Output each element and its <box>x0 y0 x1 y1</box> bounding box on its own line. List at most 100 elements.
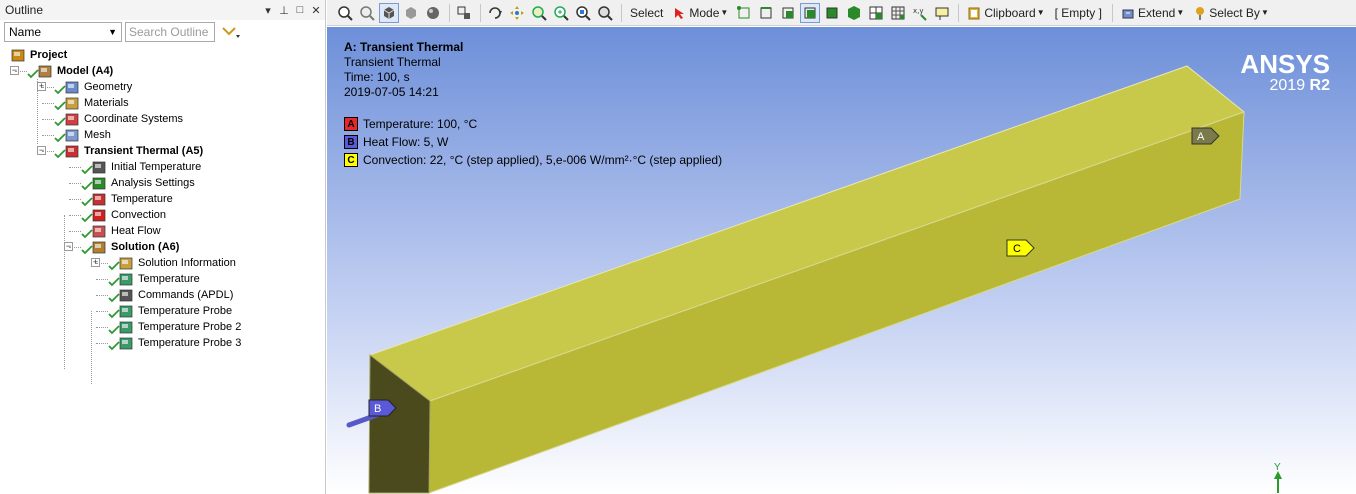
zoom-out-icon[interactable] <box>357 3 377 23</box>
select-face-icon[interactable] <box>778 3 798 23</box>
tree-item-heat-flow[interactable]: Heat Flow <box>91 223 161 239</box>
label-icon[interactable] <box>932 3 952 23</box>
search-outline-input[interactable]: Search Outline <box>125 22 215 42</box>
tree-item-label: Model (A4) <box>57 65 114 77</box>
search-options-icon[interactable] <box>218 22 244 42</box>
legend-item-b[interactable]: B Heat Flow: 5, W <box>344 133 722 151</box>
svg-text:B: B <box>374 403 381 415</box>
tree-item-label: Geometry <box>84 81 133 93</box>
status-check-icon <box>54 101 66 111</box>
tree-item-project[interactable]: Project <box>10 47 67 63</box>
analysis-time: Time: 100, s <box>344 70 410 84</box>
tree-item-temperature-probe-2[interactable]: Temperature Probe 2 <box>118 319 241 335</box>
select-element-icon[interactable] <box>822 3 842 23</box>
tree-item-mesh[interactable]: Mesh <box>64 127 111 143</box>
legend-text: Heat Flow: 5, W <box>363 135 449 149</box>
tree-item-temperature[interactable]: Temperature <box>118 271 200 287</box>
probe-icon <box>118 304 134 318</box>
select-node-icon[interactable] <box>844 3 864 23</box>
probe-icon <box>118 320 134 334</box>
status-check-icon <box>81 229 93 239</box>
legend-item-a[interactable]: A Temperature: 100, °C <box>344 115 722 133</box>
extend-dropdown[interactable]: Extend ▼ <box>1117 3 1188 23</box>
tree-item-commands-apdl[interactable]: Commands (APDL) <box>118 287 233 303</box>
solution-icon <box>91 240 107 254</box>
tree-item-temperature-probe[interactable]: Temperature Probe <box>118 303 232 319</box>
mesh-icon <box>64 128 80 142</box>
tree-item-label: Coordinate Systems <box>84 113 184 125</box>
status-check-icon <box>54 133 66 143</box>
zoom-to-fit-icon[interactable] <box>551 3 571 23</box>
select-by-dropdown[interactable]: Select By ▼ <box>1190 3 1273 23</box>
solution-information-icon <box>118 256 134 270</box>
status-check-icon <box>108 341 120 351</box>
legend-item-c[interactable]: C Convection: 22, °C (step applied), 5,e-… <box>344 151 722 169</box>
select-button[interactable]: Select <box>626 3 667 23</box>
status-check-icon <box>54 85 66 95</box>
rotate-icon[interactable] <box>485 3 505 23</box>
tree-item-transient-thermal-a5[interactable]: Transient Thermal (A5) <box>64 143 203 159</box>
tree-item-temperature[interactable]: Temperature <box>91 191 173 207</box>
select-element-face-icon[interactable] <box>866 3 886 23</box>
tree-item-initial-temperature[interactable]: Initial Temperature <box>91 159 201 175</box>
svg-text:Y: Y <box>1274 462 1281 473</box>
tree-item-label: Temperature Probe 3 <box>138 337 242 349</box>
tree-item-label: Temperature Probe <box>138 305 233 317</box>
tree-item-coordinate-systems[interactable]: Coordinate Systems <box>64 111 183 127</box>
tree-item-label: Commands (APDL) <box>138 289 234 301</box>
status-check-icon <box>108 277 120 287</box>
tree-item-solution-a6[interactable]: Solution (A6) <box>91 239 179 255</box>
mode-dropdown[interactable]: Mode ▼ <box>669 3 732 23</box>
dropdown-arrow-icon[interactable]: ▾ <box>261 4 275 17</box>
materials-icon <box>64 96 80 110</box>
pan-icon[interactable] <box>507 3 527 23</box>
tree-item-temperature-probe-3[interactable]: Temperature Probe 3 <box>118 335 241 351</box>
close-icon[interactable]: ✕ <box>309 4 323 17</box>
svg-text:x,y: x,y <box>913 7 924 15</box>
boundary-legend: A Temperature: 100, °C B Heat Flow: 5, W C Co… <box>344 115 722 169</box>
solid-view-icon[interactable] <box>401 3 421 23</box>
analysis-title: A: Transient Thermal <box>344 40 464 54</box>
select-body-icon[interactable] <box>800 2 821 23</box>
zoom-icon[interactable] <box>529 3 549 23</box>
zoom-in-icon[interactable] <box>335 3 355 23</box>
maximize-icon[interactable]: □ <box>293 4 307 16</box>
tree-item-analysis-settings[interactable]: Analysis Settings <box>91 175 195 191</box>
pin-icon[interactable]: ⊥ <box>277 4 291 17</box>
tree-item-solution-information[interactable]: Solution Information <box>118 255 236 271</box>
graphics-viewport[interactable]: A C B Y A: Transient Thermal Transient T… <box>327 27 1356 494</box>
legend-text: Convection: 22, °C (step applied), 5,e-0… <box>363 153 723 167</box>
tree-item-convection[interactable]: Convection <box>91 207 166 223</box>
tree-item-materials[interactable]: Materials <box>64 95 129 111</box>
tree-item-label: Project <box>30 49 68 61</box>
select-mesh-icon[interactable] <box>888 3 908 23</box>
heat-flow-icon <box>91 224 107 238</box>
status-check-icon <box>108 309 120 319</box>
tree-item-label: Heat Flow <box>111 225 161 237</box>
project-icon <box>10 48 26 62</box>
extend-icon <box>1122 9 1134 18</box>
shaded-view-icon[interactable] <box>423 3 443 23</box>
select-vertex-icon[interactable] <box>734 3 754 23</box>
geometry-icon <box>64 80 80 94</box>
coordinates-icon[interactable]: x,y <box>910 3 930 23</box>
status-check-icon <box>81 213 93 223</box>
legend-letter-badge: A <box>344 117 358 131</box>
tree-item-model-a4[interactable]: Model (A4) <box>37 63 113 79</box>
tree-item-geometry[interactable]: Geometry <box>64 79 132 95</box>
tree-item-label: Analysis Settings <box>111 177 195 189</box>
body-select-icon[interactable] <box>379 2 399 23</box>
status-check-icon <box>54 117 66 127</box>
clipboard-dropdown[interactable]: Clipboard ▼ <box>963 3 1048 23</box>
filter-name-select[interactable]: Name ▼ <box>4 22 122 42</box>
magnifier-icon[interactable] <box>595 3 615 23</box>
status-check-icon <box>54 149 66 159</box>
zoom-window-icon[interactable] <box>573 3 593 23</box>
initial-temperature-icon <box>91 160 107 174</box>
temperature-result-icon <box>118 272 134 286</box>
select-edge-icon[interactable] <box>756 3 776 23</box>
outline-title: Outline <box>5 3 44 17</box>
tree-item-label: Solution Information <box>138 257 236 269</box>
svg-text:A: A <box>1197 131 1205 143</box>
box-zoom-icon[interactable] <box>454 3 474 23</box>
